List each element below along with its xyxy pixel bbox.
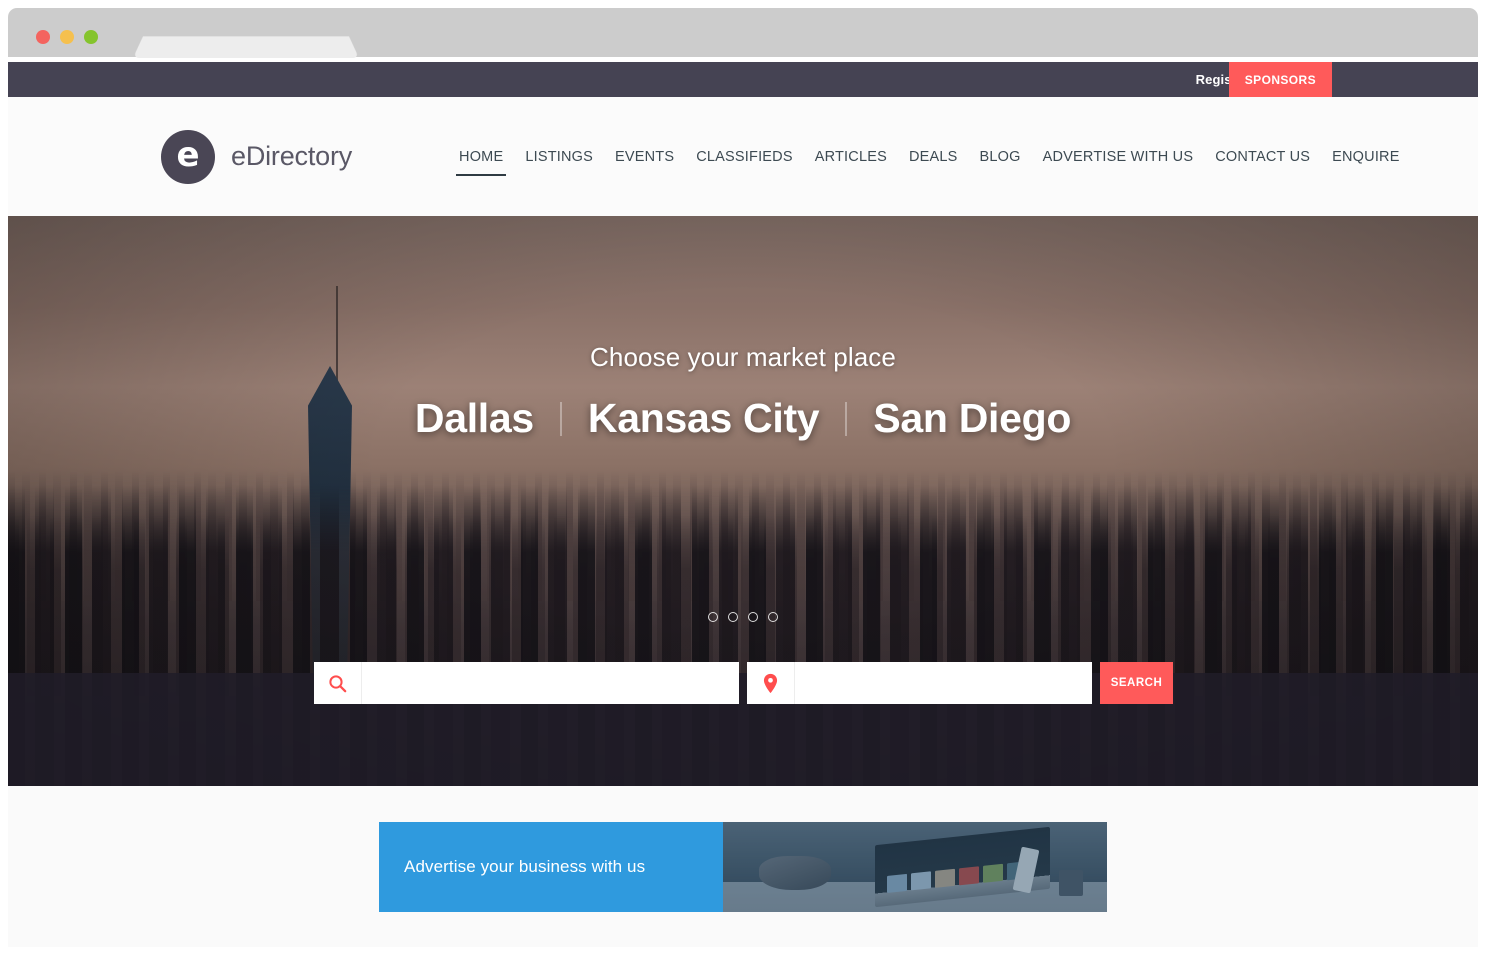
hero-content: Choose your market place Dallas Kansas C…: [8, 342, 1478, 442]
advertise-banner[interactable]: Advertise your business with us: [379, 821, 1107, 912]
close-window-button[interactable]: [36, 30, 50, 44]
location-search-field: [747, 662, 1092, 704]
advertise-banner-text: Advertise your business with us: [404, 856, 646, 876]
nav-item-articles[interactable]: ARTICLES: [804, 149, 898, 165]
cup-object: [1059, 869, 1083, 896]
edirectory-logo-icon: e: [161, 129, 215, 184]
search-icon: [314, 662, 362, 704]
hero-subtitle: Choose your market place: [590, 342, 896, 372]
hero-city-san-diego[interactable]: San Diego: [847, 395, 1097, 442]
content-strip: Advertise your business with us: [8, 786, 1478, 947]
carousel-dot-2[interactable]: [728, 612, 738, 622]
nav-item-listings[interactable]: LISTINGS: [514, 149, 604, 165]
browser-window-chrome: [8, 8, 1478, 58]
search-input[interactable]: [362, 662, 739, 704]
hero-banner: Choose your market place Dallas Kansas C…: [8, 216, 1478, 786]
site-header: e eDirectory HOME LISTINGS EVENTS CLASSI…: [8, 97, 1478, 216]
brand-name: eDirectory: [231, 141, 353, 171]
advertise-banner-left: Advertise your business with us: [379, 821, 723, 912]
carousel-dot-4[interactable]: [768, 612, 778, 622]
nav-item-events[interactable]: EVENTS: [604, 149, 685, 165]
top-utility-bar: Register | Login SPONSORS: [8, 62, 1478, 97]
nav-item-classifieds[interactable]: CLASSIFIEDS: [685, 149, 803, 165]
nav-item-deals[interactable]: DEALS: [898, 149, 969, 165]
browser-tab[interactable]: [148, 36, 344, 58]
desk-surface: [723, 881, 1107, 912]
map-pin-icon: [747, 662, 795, 704]
carousel-dot-3[interactable]: [748, 612, 758, 622]
window-traffic-lights: [36, 30, 98, 44]
nav-item-home[interactable]: HOME: [448, 149, 514, 176]
hero-city-list: Dallas Kansas City San Diego: [8, 395, 1478, 442]
nav-item-advertise-with-us[interactable]: ADVERTISE WITH US: [1032, 149, 1205, 165]
minimize-window-button[interactable]: [60, 30, 74, 44]
laptop-screen-thumbnails: [887, 860, 1027, 893]
nav-item-blog[interactable]: BLOG: [969, 149, 1032, 165]
zoom-window-button[interactable]: [84, 30, 98, 44]
headphones-object: [759, 855, 831, 890]
advertise-banner-photo: [723, 821, 1107, 912]
hero-city-kansas-city[interactable]: Kansas City: [562, 395, 845, 442]
phone-object: [1012, 846, 1040, 893]
hero-search-bar: SEARCH: [314, 662, 1173, 704]
brand-logo-link[interactable]: e eDirectory: [161, 129, 353, 184]
nav-item-contact-us[interactable]: CONTACT US: [1204, 149, 1321, 165]
main-navigation: HOME LISTINGS EVENTS CLASSIFIEDS ARTICLE…: [448, 149, 1411, 176]
keyword-search-field: [314, 662, 739, 704]
hero-city-dallas[interactable]: Dallas: [389, 395, 560, 442]
laptop-icon: [875, 826, 1050, 907]
carousel-dot-1[interactable]: [708, 612, 718, 622]
location-input[interactable]: [795, 662, 1092, 704]
hero-carousel-dots: [8, 612, 1478, 622]
search-button[interactable]: SEARCH: [1100, 662, 1173, 704]
sponsors-button[interactable]: SPONSORS: [1228, 62, 1332, 97]
nav-item-enquire[interactable]: ENQUIRE: [1321, 149, 1410, 165]
page-viewport: Register | Login SPONSORS e eDirectory H…: [8, 62, 1478, 973]
